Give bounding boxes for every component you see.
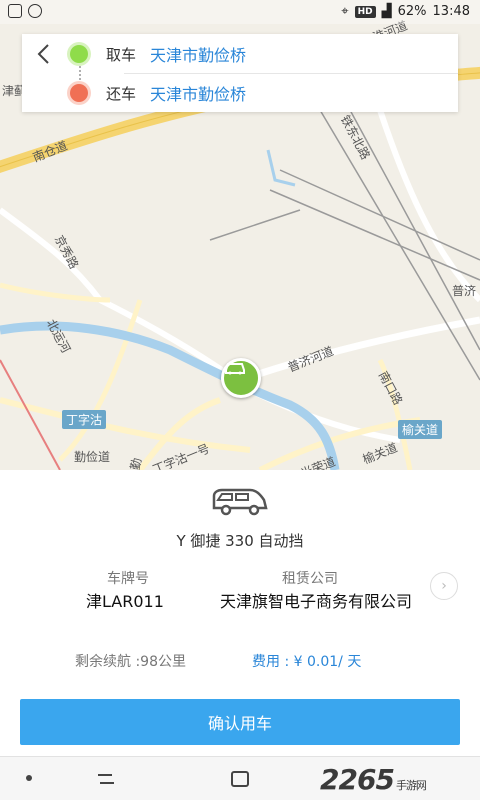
status-bar: ⌖ HD ▟ 62% 13:48 bbox=[0, 0, 480, 24]
pickup-row[interactable]: 取车 天津市勤俭桥 bbox=[70, 42, 246, 66]
nav-dot-icon[interactable] bbox=[26, 775, 32, 781]
pickup-dot-icon bbox=[70, 45, 88, 63]
return-row[interactable]: 还车 天津市勤俭桥 bbox=[70, 81, 246, 105]
battery-level: 62% bbox=[397, 4, 427, 19]
car-detail-sheet: Y 御捷 330 自动挡 车牌号 津LAR011 租赁公司 天津旗智电子商务有限… bbox=[0, 470, 480, 756]
pickup-label: 取车 bbox=[106, 45, 137, 64]
watermark-logo: 2265 手游网 bbox=[320, 763, 427, 796]
route-connector bbox=[79, 66, 81, 80]
gallery-icon bbox=[8, 4, 22, 18]
signal-icon: ▟ bbox=[381, 4, 392, 19]
car-model-name: Y 御捷 330 自动挡 bbox=[176, 532, 304, 550]
sync-icon bbox=[28, 4, 42, 18]
road-label-qinjian: 勤俭道 bbox=[74, 450, 111, 464]
van-icon bbox=[212, 488, 268, 516]
route-card: 取车 天津市勤俭桥 还车 天津市勤俭桥 bbox=[22, 34, 458, 112]
company-label: 租赁公司 bbox=[282, 571, 338, 587]
edge-label-puji: 普济 bbox=[452, 284, 477, 298]
confirm-button[interactable]: 确认用车 bbox=[20, 699, 460, 745]
poi-dingzigu[interactable]: 丁字沽 bbox=[62, 410, 107, 429]
company-value: 天津旗智电子商务有限公司 bbox=[219, 592, 412, 611]
status-left-icons bbox=[8, 4, 42, 18]
plate-label: 车牌号 bbox=[107, 571, 149, 587]
pickup-location[interactable]: 天津市勤俭桥 bbox=[150, 42, 246, 66]
return-location[interactable]: 天津市勤俭桥 bbox=[150, 81, 246, 105]
rental-fee: 费用 : ¥ 0.01/ 天 bbox=[252, 654, 362, 670]
recent-apps-icon[interactable] bbox=[94, 769, 118, 789]
system-nav-bar: 2265 手游网 bbox=[0, 756, 480, 800]
car-icon bbox=[225, 363, 245, 375]
status-right-icons: ⌖ HD ▟ 62% 13:48 bbox=[341, 4, 470, 19]
back-icon[interactable] bbox=[32, 42, 56, 66]
car-location-pin[interactable] bbox=[221, 358, 261, 398]
hd-badge: HD bbox=[354, 5, 376, 18]
plate-value: 津LAR011 bbox=[86, 592, 164, 611]
location-icon: ⌖ bbox=[341, 4, 349, 19]
home-icon[interactable] bbox=[228, 769, 252, 789]
road-label-qin: 勤 bbox=[127, 456, 145, 470]
next-car-chevron-icon[interactable]: › bbox=[430, 572, 458, 600]
poi-yuguan[interactable]: 榆关道 bbox=[398, 420, 443, 439]
status-time: 13:48 bbox=[432, 4, 470, 19]
route-divider bbox=[124, 73, 458, 74]
return-dot-icon bbox=[70, 84, 88, 102]
remaining-range: 剩余续航 :98公里 bbox=[75, 654, 186, 670]
return-label: 还车 bbox=[106, 84, 137, 103]
